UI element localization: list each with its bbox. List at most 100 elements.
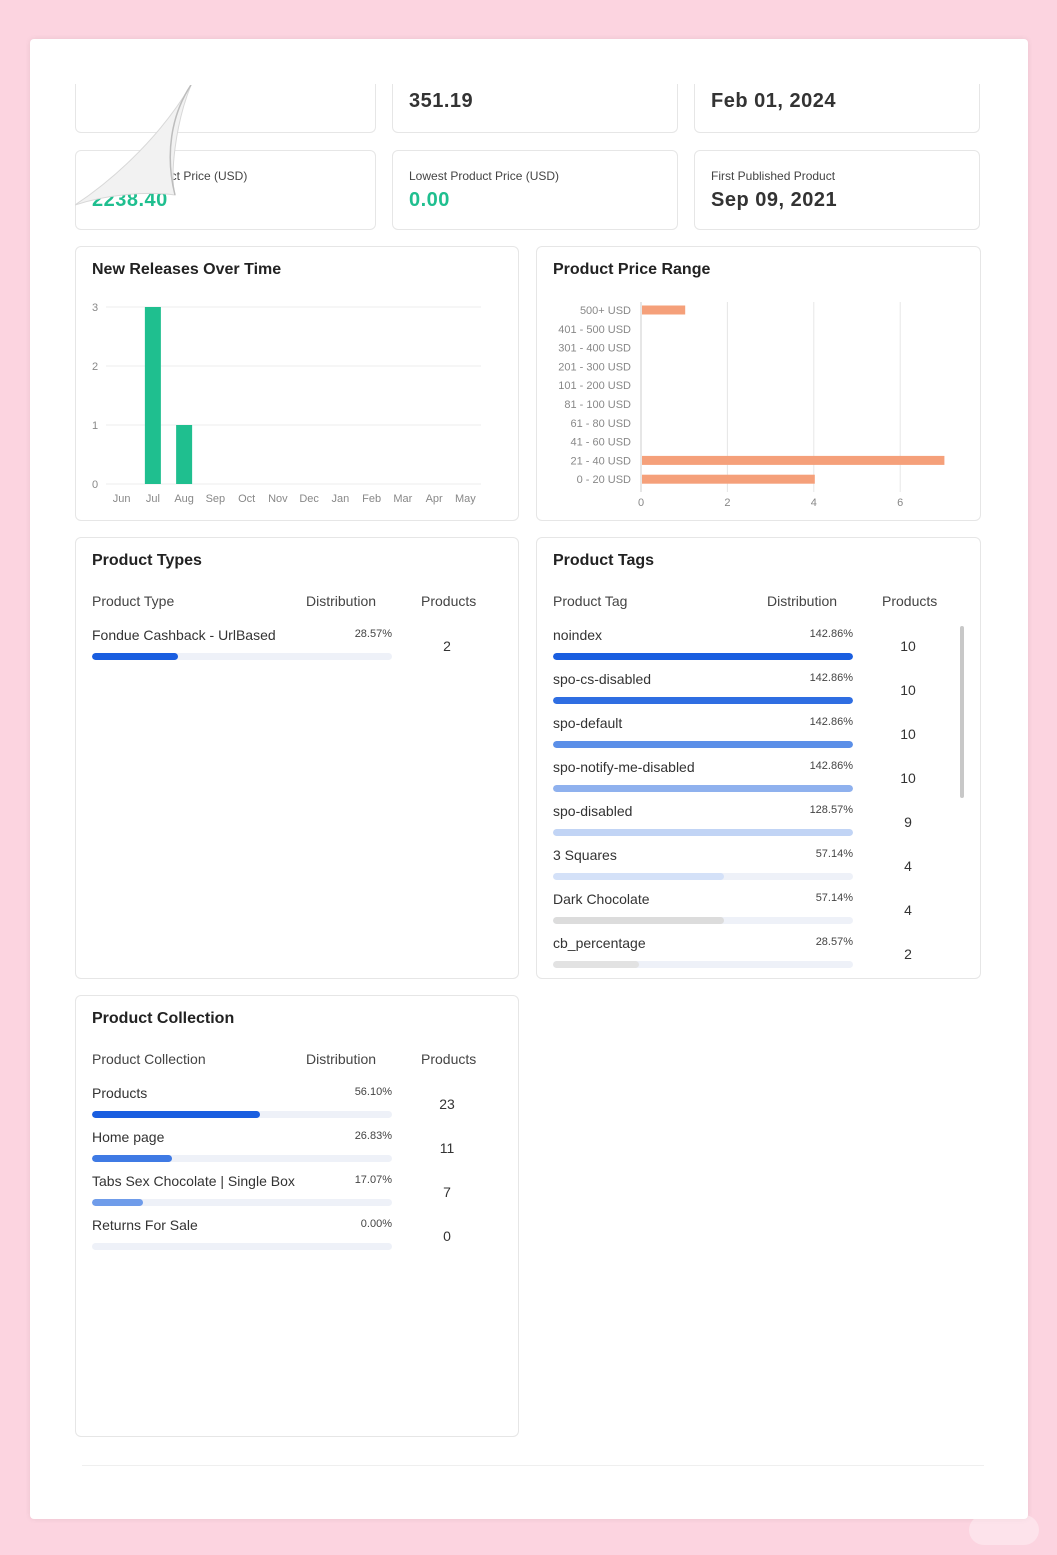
distribution-bar-fill <box>92 653 178 660</box>
distribution-bar-fill <box>553 917 725 924</box>
y-tick-label: 301 - 400 USD <box>558 343 631 355</box>
new-releases-chart: 0 1 2 3 Jun Jul Aug Sep Oct Nov Dec Jan Feb Mar Apr May <box>92 302 481 505</box>
item-percentage: 17.07% <box>354 1174 392 1186</box>
item-percentage: 142.86% <box>809 672 853 684</box>
bar <box>642 474 815 484</box>
item-name: spo-notify-me-disabled <box>553 759 695 775</box>
x-tick-label: 4 <box>811 497 817 509</box>
item-count: 2 <box>904 946 912 962</box>
list-item: Home page 26.83% <box>92 1129 392 1173</box>
item-percentage: 128.57% <box>809 804 853 816</box>
x-tick-label: Apr <box>426 493 443 505</box>
item-count: 11 <box>439 1140 455 1156</box>
item-count: 10 <box>900 770 916 786</box>
y-tick-label: 0 <box>92 479 98 491</box>
col-header-products: Products <box>882 593 938 609</box>
distribution-bar-track <box>553 653 853 660</box>
watermark <box>969 1515 1039 1545</box>
item-name: 3 Squares <box>553 847 617 863</box>
x-tick-label: Nov <box>268 493 288 505</box>
stat-value: Feb 01, 2024 <box>711 90 836 112</box>
item-percentage: 142.86% <box>809 716 853 728</box>
distribution-bar-fill <box>553 697 853 704</box>
item-count: 10 <box>900 682 916 698</box>
item-count: 23 <box>439 1096 455 1112</box>
item-name: Tabs Sex Chocolate | Single Box <box>92 1173 295 1189</box>
distribution-bar-track <box>553 741 853 748</box>
list-item: spo-notify-me-disabled 142.86% <box>553 759 853 803</box>
y-tick-label: 0 - 20 USD <box>577 474 631 486</box>
distribution-bar-track <box>553 829 853 836</box>
x-tick-label: Aug <box>174 493 194 505</box>
distribution-bar-fill <box>553 785 853 792</box>
stat-label: First Published Product <box>711 169 836 183</box>
col-header-products: Products <box>421 1051 477 1067</box>
item-percentage: 28.57% <box>815 936 853 948</box>
y-tick-label: 81 - 100 USD <box>564 399 631 411</box>
item-percentage: 57.14% <box>815 848 853 860</box>
y-tick-label: 500+ USD <box>580 305 631 317</box>
distribution-bar-track <box>553 917 853 924</box>
price-range-card: Product Price Range 0 2 4 6 500+ USD 401 - 50… <box>536 246 981 521</box>
item-count: 9 <box>904 814 912 830</box>
stat-value: 0.00 <box>409 189 450 211</box>
tags-scrollbar[interactable] <box>960 626 964 798</box>
y-tick-label: 201 - 300 USD <box>558 361 631 373</box>
distribution-bar-track <box>92 1111 392 1118</box>
product-types-card: Product Types Product Type Distribution … <box>75 537 519 979</box>
card-title: Product Types <box>92 552 202 569</box>
bar <box>144 307 161 484</box>
col-header-name: Product Type <box>92 593 175 609</box>
list-item: noindex 142.86% <box>553 627 853 671</box>
item-percentage: 142.86% <box>809 628 853 640</box>
product-tags-card: Product Tags Product Tag Distribution Pr… <box>536 537 981 979</box>
y-tick-label: 21 - 40 USD <box>570 455 631 467</box>
distribution-bar-fill <box>553 653 853 660</box>
item-percentage: 0.00% <box>360 1218 392 1230</box>
distribution-bar-track <box>92 1155 392 1162</box>
list-item: Dark Chocolate 57.14% <box>553 891 853 935</box>
x-tick-label: Jul <box>146 493 160 505</box>
stat-value: Sep 09, 2021 <box>711 189 838 211</box>
x-tick-label: Mar <box>393 493 412 505</box>
list-item: Products 56.10% <box>92 1085 392 1129</box>
distribution-bar-track <box>553 961 853 968</box>
list-item: spo-default 142.86% <box>553 715 853 759</box>
item-name: Returns For Sale <box>92 1217 198 1233</box>
list-item: 3 Squares 57.14% <box>553 847 853 891</box>
item-name: Dark Chocolate <box>553 891 650 907</box>
item-name: spo-default <box>553 715 623 731</box>
col-header-distribution: Distribution <box>306 1051 377 1067</box>
x-tick-label: 2 <box>724 497 730 509</box>
x-tick-label: 6 <box>897 497 903 509</box>
bar <box>642 455 945 465</box>
item-count: 4 <box>904 858 912 874</box>
item-count: 10 <box>900 638 916 654</box>
list-item: spo-disabled 128.57% <box>553 803 853 847</box>
y-tick-label: 2 <box>92 361 98 373</box>
item-count: 2 <box>443 638 451 654</box>
x-tick-label: Sep <box>206 493 226 505</box>
y-tick-label: 41 - 60 USD <box>570 437 631 449</box>
distribution-bar-fill <box>92 1111 261 1118</box>
x-tick-label: Feb <box>362 493 381 505</box>
stat-card-lowest-price: Lowest Product Price (USD) 0.00 <box>392 150 678 230</box>
product-collection-card: Product Collection Product Collection Di… <box>75 995 519 1437</box>
list-item: Tabs Sex Chocolate | Single Box 17.07% <box>92 1173 392 1217</box>
list-item: cb_percentage 28.57% <box>553 935 853 978</box>
stat-card-top-right: Feb 01, 2024 <box>694 84 980 133</box>
col-header-name: Product Collection <box>92 1051 206 1067</box>
bar <box>642 305 686 315</box>
card-title: Product Tags <box>553 552 655 569</box>
col-header-distribution: Distribution <box>767 593 838 609</box>
x-tick-label: 0 <box>638 497 644 509</box>
col-header-distribution: Distribution <box>306 593 377 609</box>
item-count: 4 <box>904 902 912 918</box>
list-item: Fondue Cashback - UrlBased 28.57% <box>92 627 392 671</box>
distribution-bar-fill <box>553 829 853 836</box>
distribution-bar-fill <box>553 873 725 880</box>
distribution-bar-track <box>553 785 853 792</box>
item-name: cb_percentage <box>553 935 646 951</box>
item-name: Products <box>92 1085 148 1101</box>
x-tick-label: May <box>455 493 476 505</box>
